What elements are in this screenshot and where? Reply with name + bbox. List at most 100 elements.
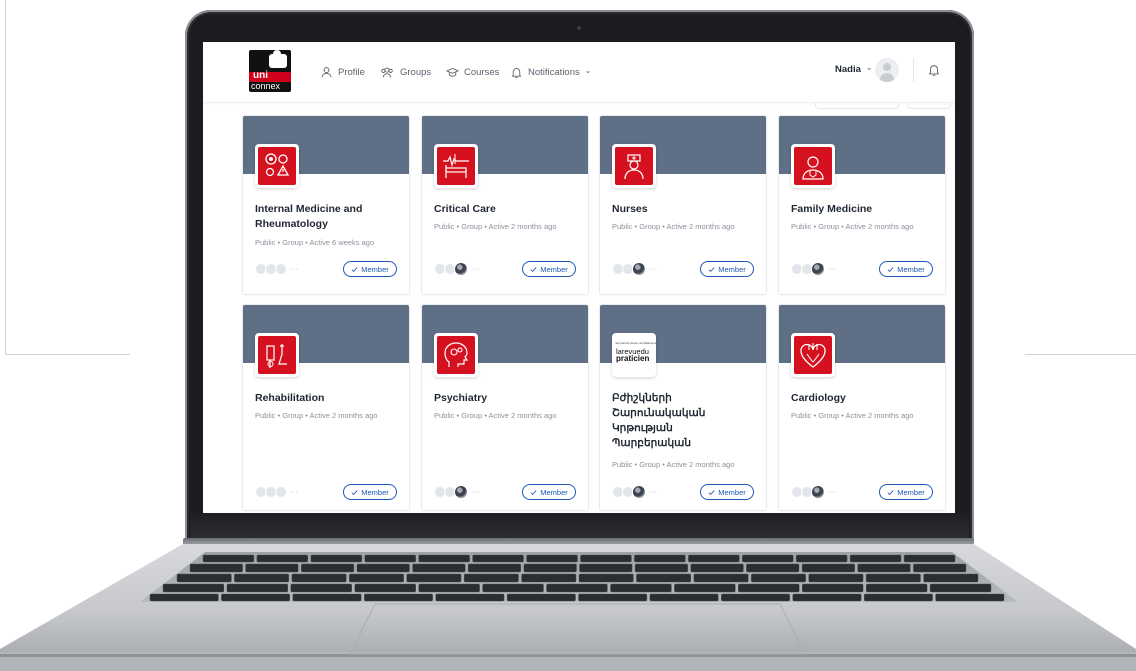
group-avatar[interactable] [434, 333, 478, 377]
avatar[interactable] [875, 58, 899, 82]
keyboard-key [546, 583, 608, 593]
member-button-label: Member [897, 487, 925, 497]
keyboard-key [526, 554, 578, 563]
chevron-down-icon: ⌄ [584, 65, 592, 75]
group-avatar[interactable] [255, 333, 299, 377]
member-avatars[interactable]: ··· [255, 486, 299, 498]
member-button[interactable]: Member [343, 484, 397, 500]
keyboard-key [688, 554, 740, 563]
keyboard-key [435, 593, 505, 602]
group-type: Group [639, 222, 661, 231]
nav-groups[interactable]: Groups [379, 64, 431, 80]
toolbar-button-partial[interactable] [815, 102, 899, 109]
group-meta: Public • Group • Active 2 months ago [434, 411, 584, 420]
group-type: Group [282, 411, 304, 420]
group-card[interactable]: Rehabilitation Public • Group • Active 2… [242, 304, 410, 511]
group-title[interactable]: Psychiatry [434, 391, 582, 406]
group-title[interactable]: Բժիշկների Շարունակական Կրթության Պարբերա… [612, 391, 732, 451]
keyboard-key [903, 554, 956, 563]
meta-separator: • [305, 238, 308, 247]
keyboard-key [472, 554, 524, 563]
uniconnex-logo[interactable]: uni connex [249, 50, 291, 92]
member-avatars[interactable]: ··· [791, 485, 837, 499]
group-activity: Active 2 months ago [488, 411, 557, 420]
member-button[interactable]: Member [700, 261, 754, 277]
group-meta: Public • Group • Active 6 weeks ago [255, 238, 405, 247]
nav-notifications[interactable]: Notifications ⌄ [510, 64, 591, 80]
group-avatar[interactable] [791, 333, 835, 377]
group-avatar-bg [794, 336, 832, 374]
chevron-down-icon: ⌄ [865, 63, 873, 72]
heart-icon [800, 343, 826, 368]
member-avatars[interactable]: ··· [434, 485, 480, 499]
group-avatar[interactable] [255, 144, 299, 188]
group-title[interactable]: Cardiology [791, 391, 939, 406]
meta-separator: • [456, 222, 460, 231]
user-menu[interactable]: Nadia ⌄ [835, 63, 873, 75]
member-button[interactable]: Member [879, 484, 933, 500]
member-avatars[interactable]: ··· [255, 263, 299, 275]
meta-separator: • [841, 222, 844, 231]
member-button[interactable]: Member [343, 261, 397, 277]
toolbar-button-partial[interactable] [907, 102, 951, 109]
member-button[interactable]: Member [879, 261, 933, 277]
group-card[interactable]: Psychiatry Public • Group • Active 2 mon… [421, 304, 589, 511]
more-members-icon: ··· [471, 488, 480, 496]
meta-separator: • [634, 222, 638, 231]
group-card[interactable]: Nurses Public • Group • Active 2 months … [599, 115, 767, 295]
member-avatars[interactable]: ··· [434, 262, 480, 276]
group-card[interactable]: Journal Arménien de Médecine larevuedu p… [599, 304, 767, 511]
group-title[interactable]: Internal Medicine and Rheumatology [255, 202, 403, 232]
group-card[interactable]: Family Medicine Public • Group • Active … [778, 115, 946, 295]
member-avatars[interactable]: ··· [612, 485, 658, 499]
group-title[interactable]: Family Medicine [791, 202, 939, 217]
group-card[interactable]: Internal Medicine and Rheumatology Publi… [242, 115, 410, 295]
keyboard-key [189, 563, 243, 573]
group-avatar[interactable] [791, 144, 835, 188]
doctor-icon [802, 156, 824, 180]
group-meta: Public • Group • Active 2 months ago [612, 460, 762, 469]
more-members-icon: ··· [471, 265, 480, 273]
logo-puzzle-knob [273, 50, 281, 57]
keyboard-key [310, 554, 362, 563]
keyboard-key [463, 573, 519, 583]
group-avatar[interactable]: Journal Arménien de Médecine larevuedu p… [612, 333, 656, 377]
nav-profile[interactable]: Profile [320, 64, 365, 80]
head-gears-icon [444, 342, 469, 367]
nav-courses[interactable]: Courses [446, 64, 499, 80]
member-button[interactable]: Member [700, 484, 754, 500]
group-title[interactable]: Nurses [612, 202, 760, 217]
group-type: Group [282, 238, 304, 247]
group-card[interactable]: Cardiology Public • Group • Active 2 mon… [778, 304, 946, 511]
member-button-label: Member [540, 487, 568, 497]
group-title[interactable]: Critical Care [434, 202, 582, 217]
keyboard-key [796, 554, 848, 563]
meta-separator: • [277, 411, 281, 420]
group-avatar[interactable] [612, 144, 656, 188]
nav-divider [913, 58, 914, 82]
group-avatar[interactable] [434, 144, 478, 188]
group-visibility: Public [791, 411, 812, 420]
member-button[interactable]: Member [522, 484, 576, 500]
member-avatars[interactable]: ··· [612, 262, 658, 276]
member-button[interactable]: Member [522, 261, 576, 277]
keyboard-key [580, 554, 632, 563]
group-card[interactable]: Critical Care Public • Group • Active 2 … [421, 115, 589, 295]
meta-separator: • [662, 460, 665, 469]
meta-separator: • [305, 411, 308, 420]
meta-separator: • [841, 411, 844, 420]
group-type: Group [818, 411, 840, 420]
keyboard-key [221, 593, 290, 602]
member-button-label: Member [897, 264, 925, 274]
keyboard-key [742, 554, 794, 563]
group-title[interactable]: Rehabilitation [255, 391, 403, 406]
keyboard-key [364, 593, 433, 602]
keyboard-key [291, 573, 347, 583]
more-members-icon: ··· [290, 488, 299, 496]
meta-separator: • [662, 222, 665, 231]
bell-icon[interactable] [927, 63, 941, 77]
keyboard-key [865, 573, 921, 583]
keyboard-key [738, 583, 800, 593]
group-type: Group [461, 222, 483, 231]
member-avatars[interactable]: ··· [791, 262, 837, 276]
